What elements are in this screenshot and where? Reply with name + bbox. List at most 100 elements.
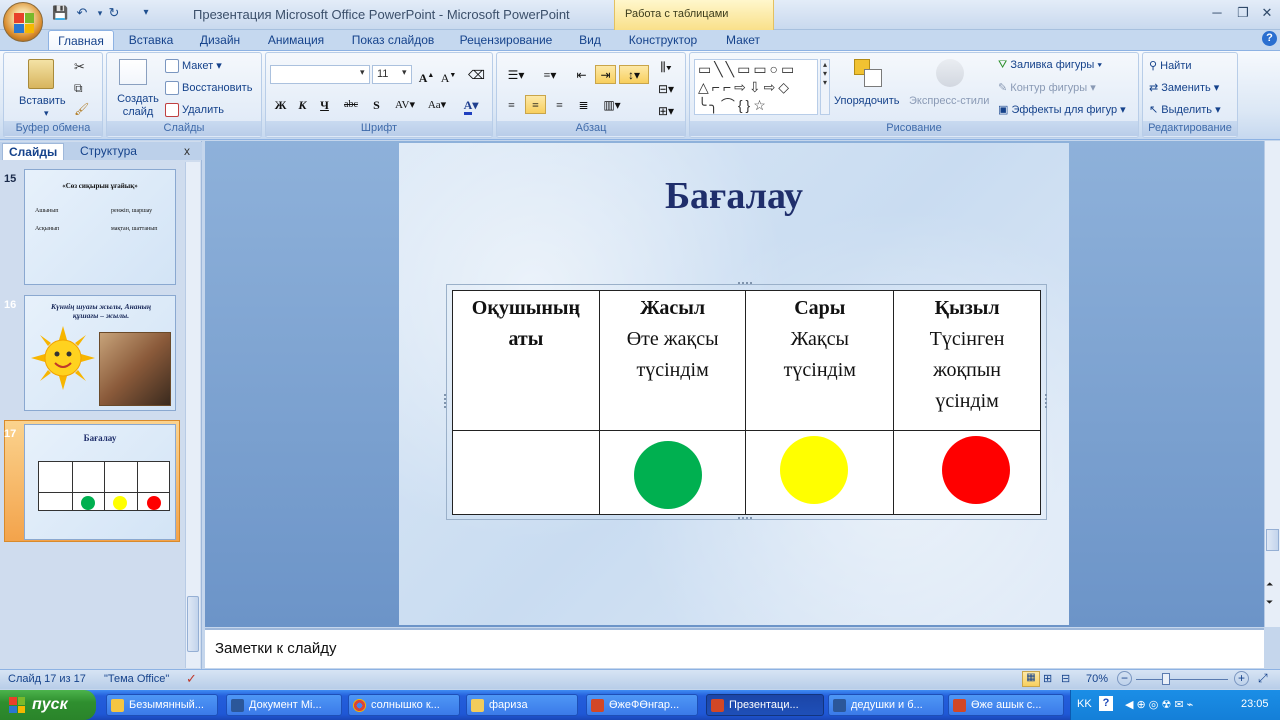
- tray-icons[interactable]: ◀ ⊕ ◎ ☢ ✉ ⌁: [1125, 698, 1193, 711]
- taskbar-item[interactable]: ӨжеФӨнгар...: [586, 694, 698, 716]
- slides-panel-scrollbar[interactable]: [185, 162, 200, 668]
- office-button[interactable]: [3, 2, 43, 42]
- table-cell[interactable]: [452, 430, 600, 515]
- replace-button[interactable]: ⇄ Заменить ▾: [1149, 81, 1219, 94]
- shadow-button[interactable]: S: [366, 95, 387, 114]
- copy-icon[interactable]: ⧉: [74, 81, 83, 96]
- new-slide-button[interactable]: Создать слайд: [115, 93, 161, 119]
- font-color-button[interactable]: A▾: [456, 95, 486, 115]
- fit-slide-icon[interactable]: ⤢: [1258, 671, 1268, 686]
- tab-design[interactable]: Дизайн: [190, 30, 250, 51]
- shapes-gallery[interactable]: ▭╲╲▭▭○▭ △⌐⌐⇨⇩⇨◇ ╰╮⌒{}☆: [694, 59, 818, 115]
- tab-table-design[interactable]: Конструктор: [622, 30, 704, 51]
- notes-pane[interactable]: Заметки к слайду: [205, 628, 1264, 668]
- select-button[interactable]: ↖ Выделить ▾: [1149, 103, 1221, 116]
- align-center-icon[interactable]: ≡: [525, 95, 546, 114]
- decrease-indent-icon[interactable]: ⇤: [571, 65, 592, 84]
- help-icon[interactable]: ?: [1262, 31, 1277, 46]
- align-left-icon[interactable]: ≡: [501, 95, 522, 114]
- panel-close-icon[interactable]: x: [184, 144, 190, 158]
- justify-icon[interactable]: ≣: [573, 95, 594, 114]
- arrange-button[interactable]: Упорядочить: [834, 95, 899, 107]
- smartart-icon[interactable]: ⊞▾: [653, 101, 679, 120]
- tab-view[interactable]: Вид: [570, 30, 610, 51]
- font-name-dropdown-icon[interactable]: ▾: [360, 67, 365, 78]
- help-tray-icon[interactable]: ?: [1099, 696, 1113, 711]
- panel-tab-outline[interactable]: Структура: [74, 143, 143, 160]
- tab-animation[interactable]: Анимация: [258, 30, 334, 51]
- paste-button[interactable]: Вставить: [19, 95, 66, 107]
- shapes-gallery-scroll[interactable]: ▴ ▾ ▾: [820, 59, 830, 115]
- table-cell[interactable]: Оқушының аты: [452, 290, 600, 431]
- reset-button[interactable]: Восстановить: [165, 81, 252, 95]
- underline-button[interactable]: Ч: [314, 95, 335, 114]
- scrollbar-thumb[interactable]: [187, 596, 199, 652]
- align-text-icon[interactable]: ⊟▾: [653, 79, 679, 98]
- slide-thumbnail-15[interactable]: «Сөз сиқырын ұғайық» Ашынып ренжіп, шарш…: [24, 169, 176, 285]
- taskbar-item-active[interactable]: Презентаци...: [706, 694, 824, 716]
- undo-icon[interactable]: ↶: [74, 5, 90, 21]
- taskbar-item[interactable]: Өже ашык с...: [948, 694, 1064, 716]
- columns-icon[interactable]: ▥▾: [597, 95, 627, 114]
- table-cell[interactable]: Қызыл Түсінген жоқпын үсіндім: [893, 290, 1041, 431]
- strikethrough-button[interactable]: abc: [338, 95, 364, 114]
- yellow-circle[interactable]: [780, 436, 848, 504]
- normal-view-icon[interactable]: ▦: [1022, 671, 1040, 687]
- change-case-button[interactable]: Aa▾: [422, 95, 452, 114]
- font-name-combo[interactable]: [270, 65, 370, 84]
- tab-review[interactable]: Рецензирование: [452, 30, 560, 51]
- clear-format-icon[interactable]: ⌫: [466, 65, 487, 84]
- language-indicator[interactable]: KK: [1077, 698, 1092, 710]
- grow-font-icon[interactable]: A▲: [416, 65, 437, 85]
- layout-button[interactable]: Макет ▾: [165, 59, 222, 74]
- taskbar-item[interactable]: Документ Mi...: [226, 694, 342, 716]
- numbering-icon[interactable]: ≡▾: [535, 65, 565, 84]
- taskbar-item[interactable]: солнышко к...: [348, 694, 460, 716]
- slide-sorter-icon[interactable]: ⊞: [1043, 672, 1052, 685]
- text-direction-icon[interactable]: ⫼▾: [653, 57, 679, 76]
- bold-button[interactable]: Ж: [270, 95, 291, 114]
- format-painter-icon[interactable]: 🖌: [74, 102, 89, 116]
- paste-dropdown-icon[interactable]: ▾: [44, 108, 49, 119]
- slide-vertical-scrollbar[interactable]: ⏶ ⏷: [1264, 141, 1280, 627]
- red-circle[interactable]: [942, 436, 1010, 504]
- slideshow-view-icon[interactable]: ⊟: [1061, 672, 1070, 685]
- shape-outline-button[interactable]: ✎ Контур фигуры ▾: [998, 81, 1096, 94]
- green-circle[interactable]: [634, 441, 702, 509]
- font-size-dropdown-icon[interactable]: ▾: [402, 67, 407, 78]
- redo-icon[interactable]: ↻: [106, 5, 122, 21]
- start-button[interactable]: пуск: [0, 690, 96, 720]
- panel-tab-slides[interactable]: Слайды: [2, 143, 65, 160]
- next-slide-icon[interactable]: ⏷: [1266, 597, 1273, 608]
- slide-thumbnail-16[interactable]: Күннің шуағы жылы, Ананың құшағы – жылы.: [24, 295, 176, 411]
- table-resize-handle[interactable]: [444, 394, 449, 408]
- taskbar-item[interactable]: Безымянный...: [106, 694, 218, 716]
- table-resize-handle[interactable]: [1042, 394, 1047, 408]
- align-right-icon[interactable]: ≡: [549, 95, 570, 114]
- cut-icon[interactable]: ✂: [74, 59, 85, 75]
- slide-thumbnail-17[interactable]: Бағалау: [24, 424, 176, 540]
- zoom-in-icon[interactable]: +: [1234, 671, 1249, 686]
- shrink-font-icon[interactable]: A▼: [438, 65, 459, 85]
- increase-indent-icon[interactable]: ⇥: [595, 65, 616, 84]
- taskbar-item[interactable]: фариза: [466, 694, 578, 716]
- tab-insert[interactable]: Вставка: [120, 30, 182, 51]
- zoom-slider-thumb[interactable]: [1162, 673, 1170, 685]
- minimize-icon[interactable]: ─: [1206, 4, 1228, 22]
- italic-button[interactable]: К: [292, 95, 313, 114]
- save-icon[interactable]: 💾: [52, 5, 68, 21]
- prev-slide-icon[interactable]: ⏶: [1266, 579, 1273, 590]
- tab-slideshow[interactable]: Показ слайдов: [344, 30, 442, 51]
- delete-slide-button[interactable]: Удалить: [165, 103, 224, 117]
- line-spacing-icon[interactable]: ↕▾: [619, 65, 649, 84]
- table-cell[interactable]: Жасыл Өте жақсы түсіндім: [598, 290, 747, 431]
- slide-title[interactable]: Бағалау: [399, 174, 1069, 218]
- theme-name[interactable]: "Тема Office": [104, 673, 169, 685]
- customize-toolbar-icon[interactable]: ▾: [138, 5, 154, 21]
- char-spacing-button[interactable]: AV▾: [390, 95, 420, 114]
- zoom-level[interactable]: 70%: [1086, 673, 1108, 685]
- table-cell[interactable]: Сары Жақсы түсіндім: [745, 290, 895, 431]
- tab-table-layout[interactable]: Макет: [716, 30, 770, 51]
- close-icon[interactable]: ✕: [1256, 4, 1278, 22]
- table-resize-handle[interactable]: [738, 282, 752, 287]
